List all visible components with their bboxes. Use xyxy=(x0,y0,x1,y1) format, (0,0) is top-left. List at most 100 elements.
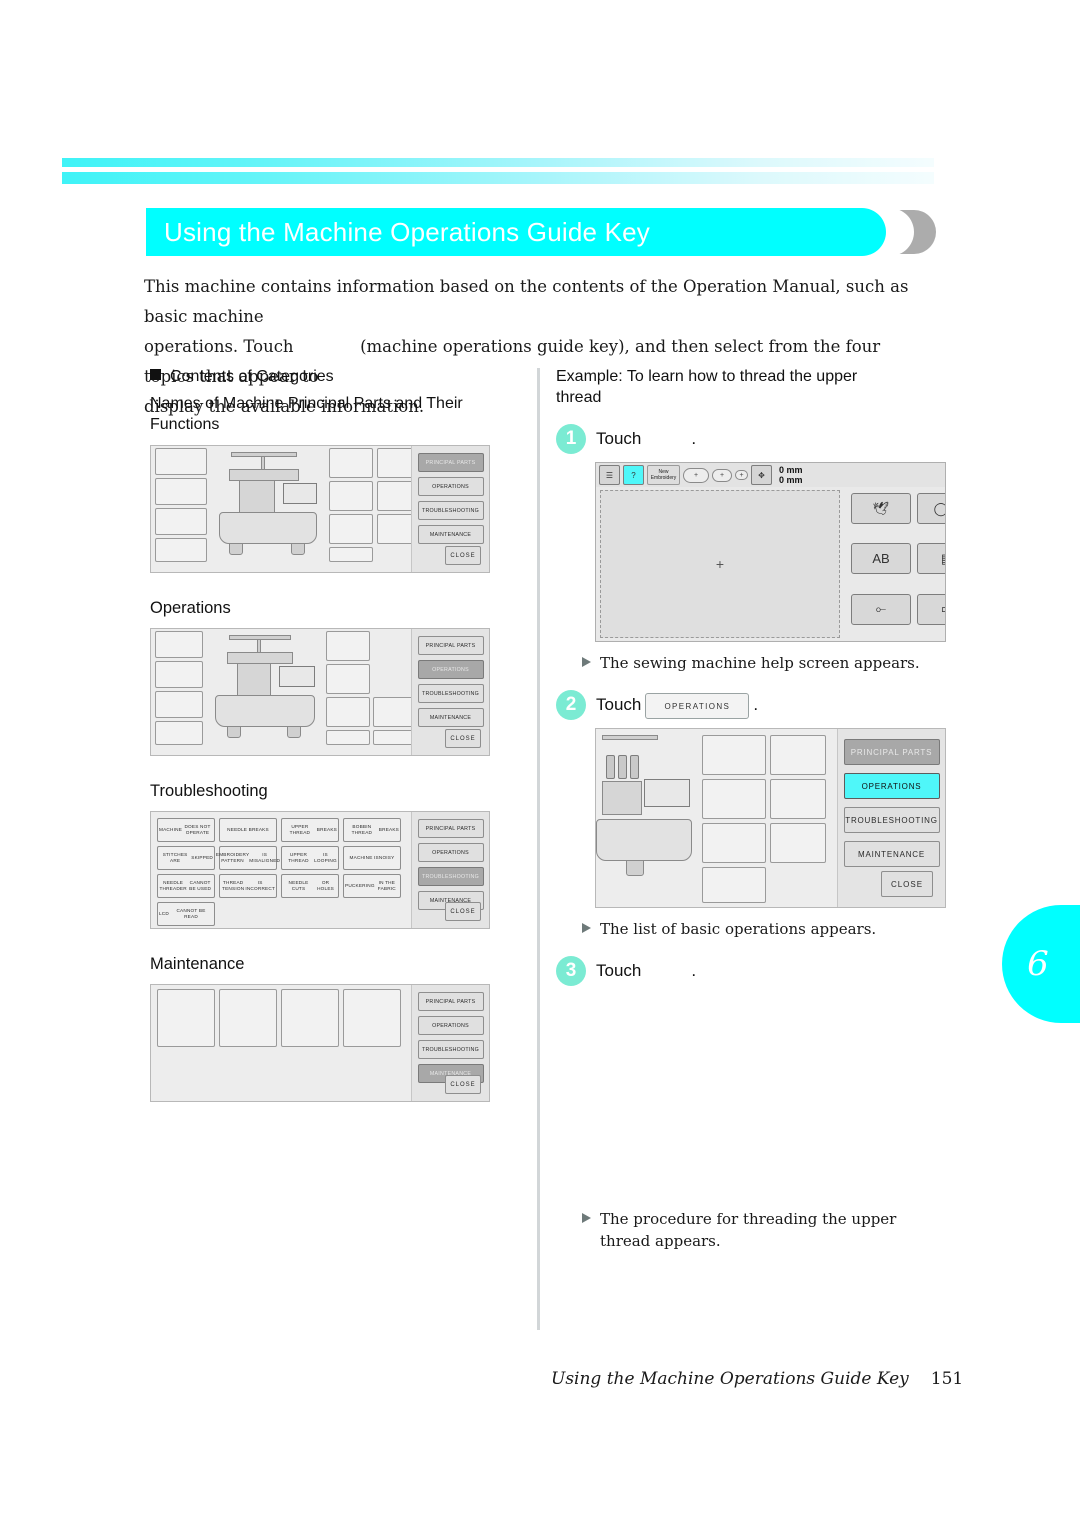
button-maintenance-step2[interactable]: MAINTENANCE xyxy=(843,841,940,867)
step-1-text: Touch. xyxy=(596,424,946,454)
op-thumb-9[interactable] xyxy=(373,697,413,727)
thumb-panel-3[interactable] xyxy=(329,514,373,544)
button-maintenance-2[interactable]: MAINTENANCE xyxy=(417,708,484,727)
guide-key-icon[interactable]: ? xyxy=(623,465,644,485)
banner-fill: Using the Machine Operations Guide Key xyxy=(146,208,886,256)
button-operations-4[interactable]: OPERATIONS xyxy=(417,1016,484,1035)
page-number: 151 xyxy=(930,1369,964,1389)
button-troubleshooting-3[interactable]: TROUBLESHOOTING xyxy=(417,867,484,886)
category-button-panel-1: PRINCIPAL PARTS OPERATIONS TROUBLESHOOTI… xyxy=(411,446,489,572)
key-alphabet[interactable]: AB xyxy=(851,543,911,575)
op-thumb-7[interactable] xyxy=(326,697,370,727)
thumb-panel-2[interactable] xyxy=(329,481,373,511)
key-computer[interactable]: ▭ xyxy=(917,593,945,625)
new-embroidery-button[interactable]: New Embroidery xyxy=(647,465,680,485)
thumb-bobbin-case[interactable] xyxy=(155,448,207,475)
lcd-design-canvas[interactable]: + xyxy=(600,490,840,638)
button-troubleshooting-4[interactable]: TROUBLESHOOTING xyxy=(417,1040,484,1059)
list-icon[interactable]: ☰ xyxy=(599,465,620,485)
op-thumb-4[interactable] xyxy=(155,721,203,745)
op2-thumb-7[interactable] xyxy=(770,823,826,863)
op2-thumb-2[interactable] xyxy=(702,779,766,819)
troubleshooting-item[interactable]: NEEDLE THREADER CANNOT BE USED xyxy=(157,874,215,898)
button-principal-parts-2[interactable]: PRINCIPAL PARTS xyxy=(417,636,484,655)
key-frame-patterns[interactable]: ◯▭ xyxy=(917,493,945,524)
button-operations-2[interactable]: OPERATIONS xyxy=(417,660,484,679)
troubleshooting-item[interactable]: PUCKERING IN THE FABRIC xyxy=(343,874,401,898)
canvas-center-mark: + xyxy=(715,556,725,572)
button-close-3[interactable]: CLOSE xyxy=(445,902,481,921)
thumb-spool-stand[interactable] xyxy=(155,538,207,562)
op2-thumb-1[interactable] xyxy=(702,735,766,775)
mt-thumb-brush[interactable] xyxy=(281,989,339,1047)
key-embroidery-patterns[interactable]: 🕊 xyxy=(851,493,911,524)
rotate-icon[interactable]: ✥ xyxy=(751,465,772,485)
op-thumb-5[interactable] xyxy=(326,631,370,661)
op-thumb-1[interactable] xyxy=(155,631,203,658)
op-thumb-3[interactable] xyxy=(155,691,203,718)
button-operations-step2[interactable]: OPERATIONS xyxy=(843,773,940,799)
key-character-patterns[interactable]: ▤ xyxy=(917,543,945,575)
triangle-bullet-icon-2 xyxy=(582,923,591,933)
thumb-spools[interactable] xyxy=(377,448,413,478)
op2-thumb-5[interactable] xyxy=(770,735,826,775)
button-operations[interactable]: OPERATIONS xyxy=(417,477,484,496)
screen-troubleshooting: MACHINE DOES NOT OPERATE NEEDLE BREAKS UPPE… xyxy=(150,811,490,929)
button-troubleshooting[interactable]: TROUBLESHOOTING xyxy=(417,501,484,520)
result-2-text: The list of basic operations appears. xyxy=(600,920,877,938)
button-operations-3[interactable]: OPERATIONS xyxy=(417,843,484,862)
troubleshooting-item[interactable]: UPPER THREAD IS LOOPING xyxy=(281,846,339,870)
thumb-screen-unit[interactable] xyxy=(377,514,413,544)
button-troubleshooting-step2[interactable]: TROUBLESHOOTING xyxy=(843,807,940,833)
button-close-2[interactable]: CLOSE xyxy=(445,729,481,748)
mt-thumb-oiler[interactable] xyxy=(343,989,401,1047)
troubleshooting-item[interactable]: BOBBIN THREAD BREAKS xyxy=(343,818,401,842)
op-thumb-6[interactable] xyxy=(326,664,370,694)
lcd-dim-1: 0 mm xyxy=(779,465,803,475)
troubleshooting-item[interactable]: NEEDLE CUTS OR HOLES xyxy=(281,874,339,898)
hoop-size-medium-icon[interactable]: + xyxy=(712,468,732,482)
lcd-toolbar: ☰ ? New Embroidery + + + ✥ 0 mm 0 mm xyxy=(596,463,945,487)
button-close-step2[interactable]: CLOSE xyxy=(881,871,933,897)
machine-illustration xyxy=(213,450,323,562)
troubleshooting-item[interactable]: LCD CANNOT BE READ xyxy=(157,902,215,926)
op-thumb-10[interactable] xyxy=(373,730,413,745)
key-usb-media[interactable]: ⟜ xyxy=(851,593,911,625)
op-thumb-8[interactable] xyxy=(326,730,370,745)
mt-thumb-needle-plate[interactable] xyxy=(157,989,215,1047)
hoop-size-large-icon[interactable]: + xyxy=(683,467,709,483)
troubleshooting-item[interactable]: MACHINE IS NOISY xyxy=(343,846,401,870)
intro-line-2a: operations. Touch xyxy=(144,337,294,356)
troubleshooting-grid: MACHINE DOES NOT OPERATE NEEDLE BREAKS UPPE… xyxy=(157,818,405,926)
troubleshooting-item[interactable]: STITCHES ARE SKIPPED xyxy=(157,846,215,870)
thumb-carriage[interactable] xyxy=(155,478,207,505)
troubleshooting-item[interactable]: EMBROIDERY PATTERN IS MISALIGNED xyxy=(216,846,280,870)
mt-thumb-hook[interactable] xyxy=(219,989,277,1047)
button-close[interactable]: CLOSE xyxy=(445,546,481,565)
troubleshooting-item[interactable]: MACHINE DOES NOT OPERATE xyxy=(157,818,215,842)
troubleshooting-item[interactable]: UPPER THREAD BREAKS xyxy=(281,818,339,842)
bullet-square-icon xyxy=(150,369,161,380)
operations-key-inline[interactable]: OPERATIONS xyxy=(645,692,750,719)
button-principal-parts-4[interactable]: PRINCIPAL PARTS xyxy=(417,992,484,1011)
troubleshooting-item[interactable]: THREAD TENSION IS INCORRECT xyxy=(219,874,277,898)
thumb-handwheel[interactable] xyxy=(377,481,413,511)
button-principal-parts-step2[interactable]: PRINCIPAL PARTS xyxy=(843,739,940,765)
op2-thumb-6[interactable] xyxy=(770,779,826,819)
op-thumb-2[interactable] xyxy=(155,661,203,688)
contents-heading-label: Contents of Categories xyxy=(170,368,334,385)
button-principal-parts[interactable]: PRINCIPAL PARTS xyxy=(417,453,484,472)
thumb-panel-1[interactable] xyxy=(329,448,373,478)
screen-operations: PRINCIPAL PARTS OPERATIONS TROUBLESHOOTI… xyxy=(150,628,490,756)
op2-thumb-4[interactable] xyxy=(702,867,766,903)
button-troubleshooting-2[interactable]: TROUBLESHOOTING xyxy=(417,684,484,703)
hoop-size-small-icon[interactable]: + xyxy=(735,470,748,480)
op2-thumb-3[interactable] xyxy=(702,823,766,863)
troubleshooting-item[interactable]: NEEDLE BREAKS xyxy=(219,818,277,842)
button-maintenance[interactable]: MAINTENANCE xyxy=(417,525,484,544)
thumb-table[interactable] xyxy=(155,508,207,535)
category-button-panel-2: PRINCIPAL PARTS OPERATIONS TROUBLESHOOTI… xyxy=(411,629,489,755)
thumb-panel-4[interactable] xyxy=(329,547,373,562)
button-close-4[interactable]: CLOSE xyxy=(445,1075,481,1094)
button-principal-parts-3[interactable]: PRINCIPAL PARTS xyxy=(417,819,484,838)
